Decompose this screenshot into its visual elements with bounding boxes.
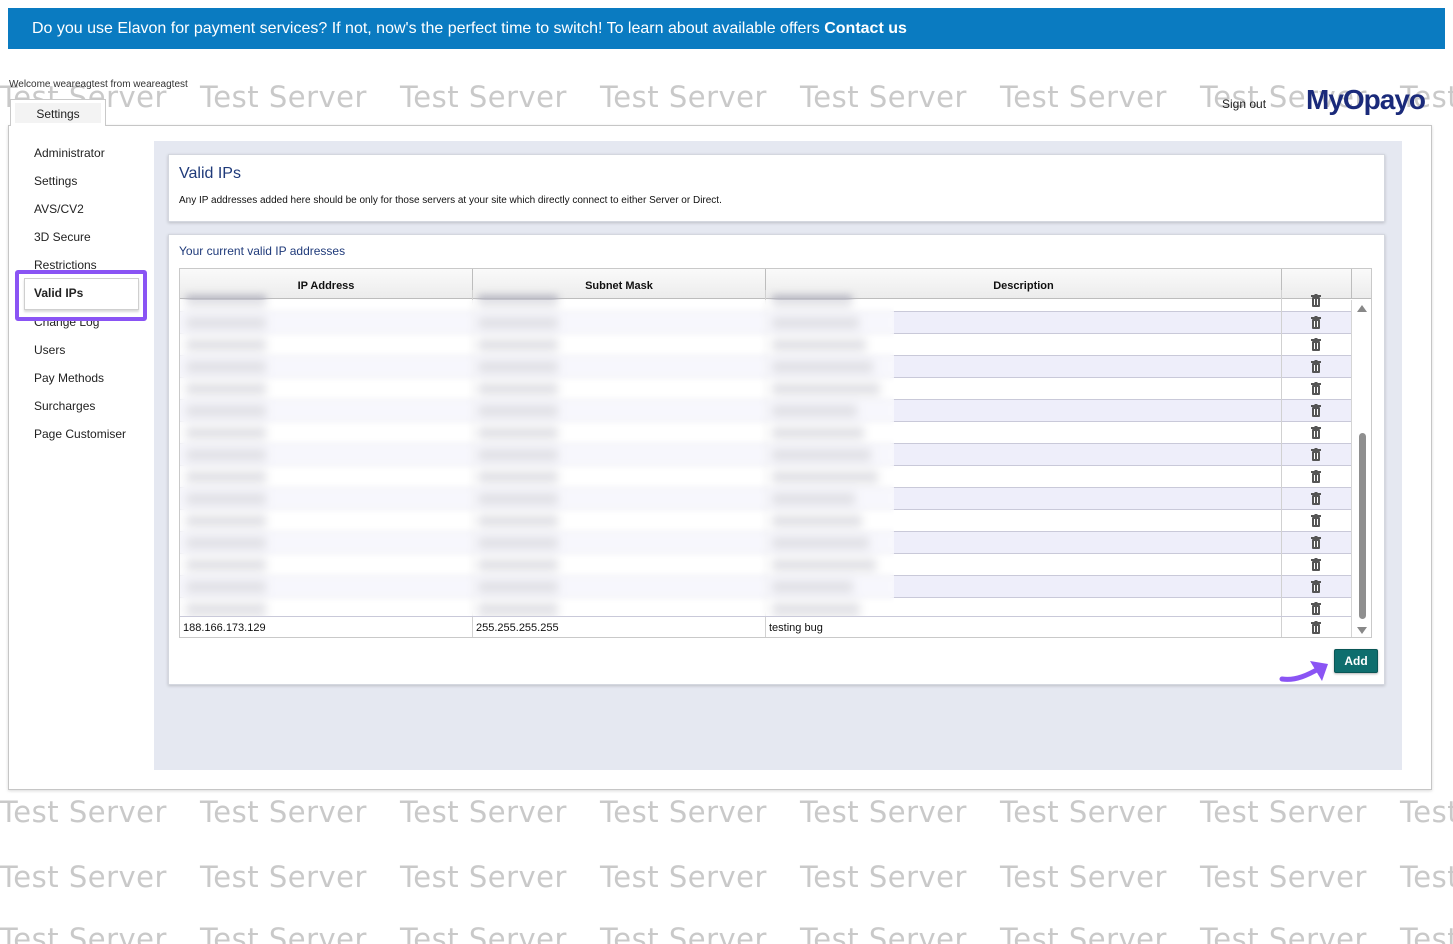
trash-icon[interactable] [1311,360,1321,373]
sidebar-item-3d-secure[interactable]: 3D Secure [34,230,91,246]
trash-icon[interactable] [1311,602,1321,615]
sidebar-item-pay-methods[interactable]: Pay Methods [34,371,104,387]
watermark-row: Test Server Test Server Test Server Test Se… [0,860,1453,894]
page-description: Any IP addresses added here should be on… [179,195,722,206]
table-rows [180,290,1351,637]
sidebar-item-settings[interactable]: Settings [34,174,77,190]
trash-icon[interactable] [1311,580,1321,593]
valid-ips-header-card: Valid IPs Any IP addresses added here sh… [168,154,1385,222]
ip-table: IP Address Subnet Mask Description 188.1… [179,268,1372,638]
pointer-arrow-icon [1279,661,1328,682]
add-ip-button[interactable]: Add [1334,649,1378,673]
trash-icon[interactable] [1311,316,1321,329]
trash-icon[interactable] [1311,382,1321,395]
sidebar-item-page-customiser[interactable]: Page Customiser [34,427,126,443]
tab-settings[interactable]: Settings [10,99,106,126]
trash-icon[interactable] [1311,492,1321,505]
banner-text: Do you use Elavon for payment services? … [32,20,825,37]
trash-icon[interactable] [1311,536,1321,549]
table-scrollbar[interactable] [1351,300,1371,637]
trash-icon[interactable] [1311,294,1321,307]
cell-subnet: 255.255.255.255 [476,622,559,634]
scroll-thumb[interactable] [1359,433,1366,619]
trash-icon[interactable] [1311,514,1321,527]
trash-icon[interactable] [1311,470,1321,483]
redaction-overlay [180,300,894,616]
trash-icon[interactable] [1311,621,1321,634]
sign-out-link[interactable]: Sign out [1222,97,1266,111]
tab-settings-label: Settings [15,103,101,125]
promo-banner: Do you use Elavon for payment services? … [8,8,1445,49]
valid-ips-table-card: Your current valid IP addresses IP Addre… [168,234,1385,685]
cell-description: testing bug [769,622,823,634]
trash-icon[interactable] [1311,558,1321,571]
table-row-last: 188.166.173.129 255.255.255.255 testing … [180,617,1351,637]
watermark-row: Test Server Test Server Test Server Test Se… [0,795,1453,829]
table-row: 188.166.173.129 255.255.255.255 testing … [180,616,1351,637]
watermark-row: Test Server Test Server Test Server Test Se… [0,922,1453,944]
trash-icon[interactable] [1311,404,1321,417]
scroll-up-icon[interactable] [1357,305,1367,312]
myopayo-logo: MyOpayo [1306,84,1426,115]
sidebar-item-users[interactable]: Users [34,343,65,359]
trash-icon[interactable] [1311,426,1321,439]
welcome-text: Welcome weareagtest from weareagtest [9,79,188,90]
sidebar-item-surcharges[interactable]: Surcharges [34,399,95,415]
valid-ips-highlight [15,270,147,321]
table-title: Your current valid IP addresses [179,244,346,258]
page-title: Valid IPs [179,165,241,182]
trash-icon[interactable] [1311,338,1321,351]
sidebar-item-avs-cv2[interactable]: AVS/CV2 [34,202,84,218]
trash-icon[interactable] [1311,448,1321,461]
cell-ip: 188.166.173.129 [183,622,266,634]
scroll-down-icon[interactable] [1357,627,1367,634]
contact-us-link[interactable]: Contact us [824,20,907,37]
sidebar-item-administrator[interactable]: Administrator [34,146,105,162]
